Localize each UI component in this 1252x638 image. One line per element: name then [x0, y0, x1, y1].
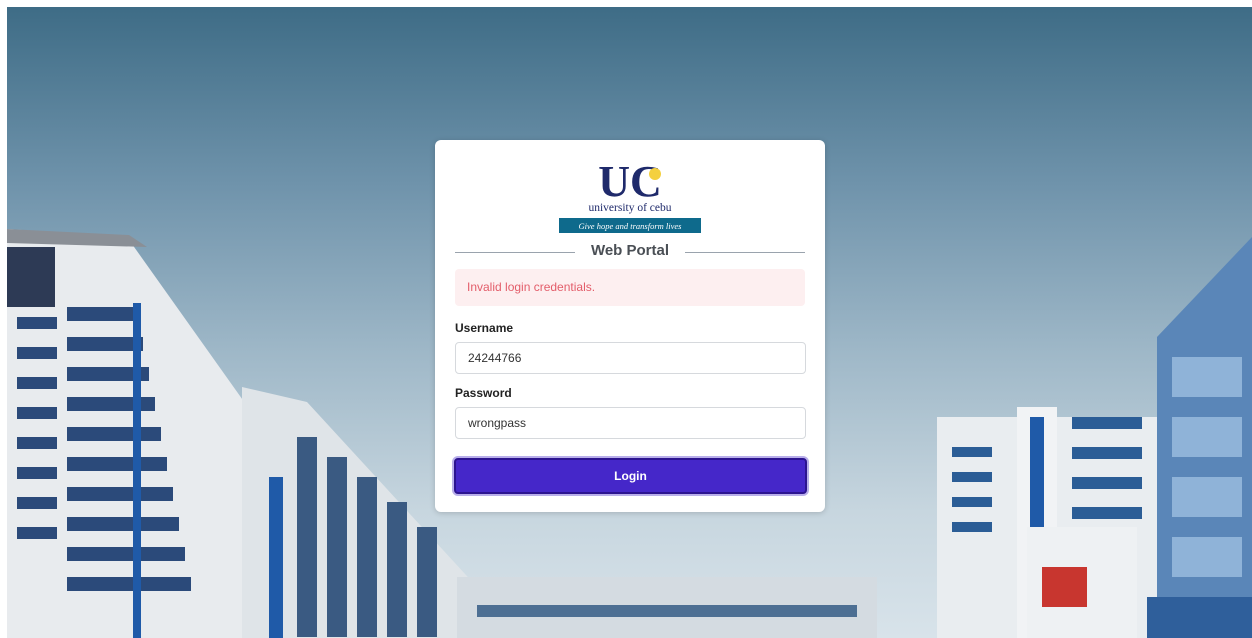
uc-logo: UC university of cebu Give hope and tran… — [559, 157, 701, 233]
logo-monogram: UC — [598, 157, 662, 206]
login-card: UC university of cebu Give hope and tran… — [435, 140, 825, 512]
logo-name: university of cebu — [588, 202, 671, 214]
portal-title: Web Portal — [435, 242, 825, 259]
portal-title-text: Web Portal — [584, 242, 676, 259]
password-label: Password — [455, 386, 512, 400]
login-button[interactable]: Login — [454, 458, 807, 494]
username-input[interactable] — [455, 342, 806, 374]
error-alert: Invalid login credentials. — [455, 269, 805, 306]
password-input[interactable] — [455, 407, 806, 439]
page-frame: UC university of cebu Give hope and tran… — [0, 0, 1252, 638]
logo-tagline: Give hope and transform lives — [579, 221, 683, 231]
username-label: Username — [455, 321, 514, 335]
